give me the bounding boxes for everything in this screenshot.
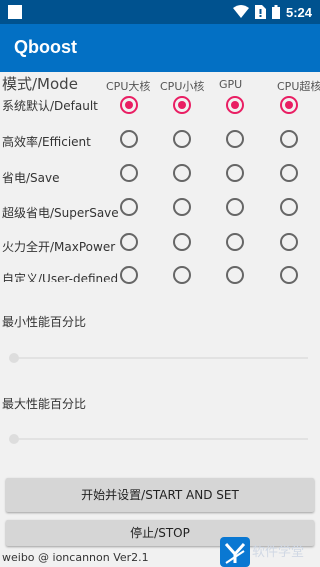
max-performance-label: 最大性能百分比	[2, 397, 87, 411]
mode-row-label-default: 系统默认/Default	[2, 99, 98, 113]
battery-icon	[271, 5, 280, 19]
radio-save-cpu-super[interactable]	[280, 164, 298, 182]
radio-supersave-cpu-super[interactable]	[280, 198, 298, 216]
start-and-set-button[interactable]: 开始并设置/START AND SET	[6, 478, 314, 512]
radio-efficient-cpu-super[interactable]	[280, 130, 298, 148]
radio-supersave-gpu[interactable]	[226, 198, 244, 216]
radio-efficient-cpu-big[interactable]	[120, 130, 138, 148]
app-bar: Qboost	[0, 24, 320, 72]
radio-default-cpu-big[interactable]	[120, 96, 138, 114]
radio-supersave-cpu-little[interactable]	[173, 198, 191, 216]
footer-credit: weibo @ ioncannon Ver2.1	[2, 551, 149, 564]
radio-maxpower-cpu-super[interactable]	[280, 233, 298, 251]
radio-default-cpu-little[interactable]	[173, 96, 191, 114]
watermark-logo-icon	[220, 537, 250, 567]
radio-efficient-gpu[interactable]	[226, 130, 244, 148]
radio-save-gpu[interactable]	[226, 164, 244, 182]
radio-save-cpu-big[interactable]	[120, 164, 138, 182]
radio-save-cpu-little[interactable]	[173, 164, 191, 182]
radio-default-cpu-super[interactable]	[280, 96, 298, 114]
min-performance-slider[interactable]	[9, 353, 308, 363]
wifi-icon	[232, 5, 249, 18]
watermark: 软件学堂	[218, 537, 320, 567]
notification-square-icon	[8, 5, 22, 19]
min-performance-slider-thumb[interactable]	[9, 353, 19, 363]
radio-default-gpu[interactable]	[226, 96, 244, 114]
no-sim-icon	[254, 5, 266, 19]
radio-user-defined-cpu-little[interactable]	[173, 266, 191, 284]
min-performance-label: 最小性能百分比	[2, 315, 87, 329]
column-header-cpu-little: CPU小核	[160, 80, 205, 93]
column-header-cpu-big: CPU大核	[106, 80, 151, 93]
radio-user-defined-cpu-super[interactable]	[280, 266, 298, 284]
radio-supersave-cpu-big[interactable]	[120, 198, 138, 216]
mode-row-label-save: 省电/Save	[2, 171, 60, 185]
mode-header: 模式/Mode	[2, 75, 78, 93]
radio-maxpower-cpu-little[interactable]	[173, 233, 191, 251]
radio-user-defined-gpu[interactable]	[226, 266, 244, 284]
mode-row-label-maxpower: 火力全开/MaxPower	[2, 240, 116, 254]
column-header-gpu: GPU	[219, 78, 243, 91]
status-icons: 5:24	[232, 3, 312, 21]
max-performance-slider[interactable]	[9, 434, 308, 444]
max-performance-slider-thumb[interactable]	[9, 434, 19, 444]
radio-maxpower-cpu-big[interactable]	[120, 233, 138, 251]
radio-efficient-cpu-little[interactable]	[173, 130, 191, 148]
mode-row-label-user-defined: 自定义/User-defined	[2, 272, 119, 282]
radio-user-defined-cpu-big[interactable]	[120, 266, 138, 284]
status-bar: 5:24	[0, 0, 320, 24]
app-title: Qboost	[14, 37, 77, 57]
watermark-text: 软件学堂	[252, 545, 305, 560]
mode-row-label-efficient: 高效率/Efficient	[2, 135, 91, 149]
radio-maxpower-gpu[interactable]	[226, 233, 244, 251]
mode-row-label-supersave: 超级省电/SuperSave	[2, 206, 119, 220]
status-time: 5:24	[285, 4, 312, 20]
column-header-cpu-super: CPU超核	[277, 80, 320, 93]
